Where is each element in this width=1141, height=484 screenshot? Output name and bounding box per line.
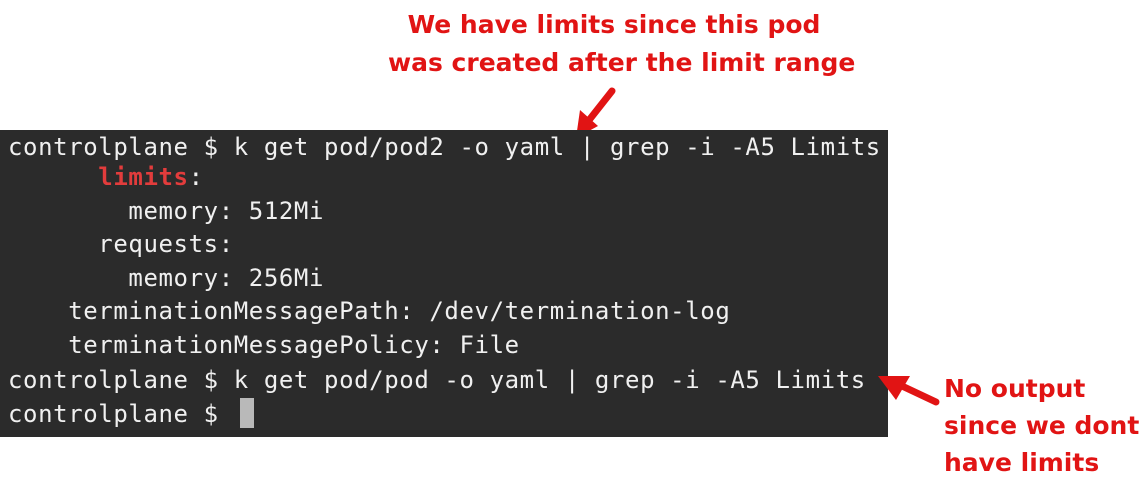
limits-colon: : [188,163,204,191]
top-annotation: We have limits since this pod was create… [388,6,856,82]
terminal-line-command-1: controlplane $ k get pod/pod2 -o yaml | … [8,133,881,161]
right-arrow-icon [878,376,940,406]
right-annotation: No output since we dont have limits [944,370,1139,481]
top-annotation-line-1: We have limits since this pod [407,10,821,39]
right-annotation-line-2: since we dont [944,411,1140,440]
top-annotation-line-2: was created after the limit range [388,48,856,77]
terminal-line-termination-path: terminationMessagePath: /dev/termination… [8,297,731,325]
terminal-line-limits: limits: [8,160,204,194]
right-annotation-line-1: No output [944,374,1086,403]
limits-keyword: limits [98,163,189,191]
terminal-line-termination-policy: terminationMessagePolicy: File [8,331,520,359]
terminal-line-requests: requests: [8,230,234,258]
terminal-line-limits-memory: memory: 512Mi [8,197,325,225]
terminal-line-requests-memory: memory: 256Mi [8,264,325,292]
prompt-text: controlplane $ [8,400,234,428]
terminal-line-command-2: controlplane $ k get pod/pod -o yaml | g… [8,366,866,394]
terminal-window[interactable]: controlplane $ k get pod/pod2 -o yaml | … [0,130,888,437]
right-annotation-line-3: have limits [944,448,1100,477]
cursor-block [239,398,254,428]
terminal-prompt-line[interactable]: controlplane $ [8,397,254,431]
